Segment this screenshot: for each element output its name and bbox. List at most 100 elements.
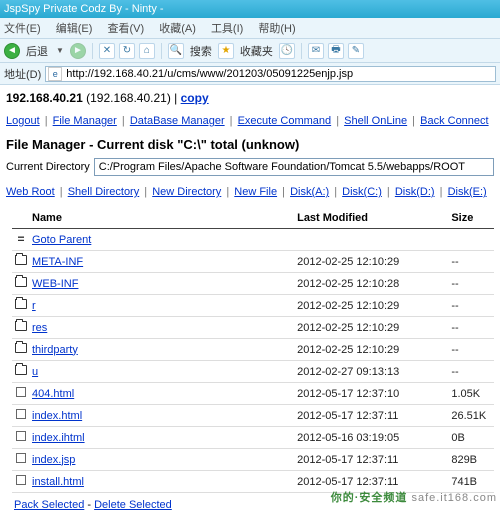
- table-row[interactable]: WEB-INF2012-02-25 12:10:28--: [12, 273, 494, 295]
- file-link[interactable]: index.ihtml: [32, 432, 85, 444]
- file-size: 0B: [449, 427, 494, 449]
- table-row[interactable]: res2012-02-25 12:10:29--: [12, 317, 494, 339]
- file-date: 2012-02-25 12:10:29: [295, 317, 449, 339]
- disk-a[interactable]: Disk(A:): [290, 186, 329, 198]
- file-size: --: [449, 273, 494, 295]
- print-icon[interactable]: 🖶: [328, 43, 344, 59]
- nav-back-connect[interactable]: Back Connect: [420, 115, 488, 127]
- file-link[interactable]: 404.html: [32, 388, 74, 400]
- back-icon[interactable]: ◄: [4, 43, 20, 59]
- goto-parent-link[interactable]: Goto Parent: [32, 234, 91, 246]
- home-icon[interactable]: ⌂: [139, 43, 155, 59]
- file-link[interactable]: r: [32, 300, 36, 312]
- stop-icon[interactable]: ✕: [99, 43, 115, 59]
- browser-menubar: 文件(E) 编辑(E) 查看(V) 收藏(A) 工具(I) 帮助(H): [0, 18, 500, 39]
- forward-icon[interactable]: ►: [70, 43, 86, 59]
- table-row[interactable]: index.html 2012-05-17 12:37:1126.51K: [12, 405, 494, 427]
- delete-selected-link[interactable]: Delete Selected: [94, 499, 172, 511]
- mail-icon[interactable]: ✉: [308, 43, 324, 59]
- nav-db-manager[interactable]: DataBase Manager: [130, 115, 225, 127]
- nav-shell-online[interactable]: Shell OnLine: [344, 115, 407, 127]
- address-input[interactable]: [64, 67, 495, 81]
- window-title: JspSpy Private Codz By - Ninty -: [4, 3, 164, 15]
- checkbox-icon[interactable]: [16, 453, 26, 463]
- file-link[interactable]: thirdparty: [32, 344, 78, 356]
- file-size: 741B: [449, 471, 494, 493]
- nav-exec[interactable]: Execute Command: [238, 115, 332, 127]
- checkbox-icon[interactable]: [16, 431, 26, 441]
- disk-new-file[interactable]: New File: [234, 186, 277, 198]
- table-row[interactable]: index.jsp 2012-05-17 12:37:11829B: [12, 449, 494, 471]
- menu-help[interactable]: 帮助(H): [258, 23, 295, 35]
- file-link[interactable]: index.jsp: [32, 454, 75, 466]
- file-link[interactable]: install.html: [32, 476, 84, 488]
- current-directory-input[interactable]: [94, 158, 494, 176]
- table-actions: Pack Selected - Delete Selected: [12, 493, 494, 515]
- col-name[interactable]: Name: [30, 208, 295, 229]
- menu-file[interactable]: 文件(E): [4, 23, 41, 35]
- file-link[interactable]: res: [32, 322, 47, 334]
- checkbox-icon[interactable]: [16, 409, 26, 419]
- goto-parent-row[interactable]: = Goto Parent: [12, 229, 494, 251]
- menu-edit[interactable]: 编辑(E): [56, 23, 93, 35]
- disk-links: Web Root | Shell Directory | New Directo…: [6, 186, 494, 198]
- disk-c[interactable]: Disk(C:): [342, 186, 382, 198]
- table-row[interactable]: thirdparty2012-02-25 12:10:29--: [12, 339, 494, 361]
- file-size: 829B: [449, 449, 494, 471]
- folder-icon: [15, 365, 27, 375]
- nav-file-manager[interactable]: File Manager: [53, 115, 117, 127]
- page-icon: e: [48, 67, 62, 81]
- history-icon[interactable]: 🕓: [279, 43, 295, 59]
- edit-icon[interactable]: ✎: [348, 43, 364, 59]
- file-date: 2012-05-17 12:37:11: [295, 471, 449, 493]
- toolbar-sep2: [161, 43, 162, 59]
- file-size: --: [449, 251, 494, 273]
- address-field-wrap[interactable]: e: [45, 66, 496, 82]
- file-date: 2012-02-25 12:10:29: [295, 251, 449, 273]
- file-link[interactable]: index.html: [32, 410, 82, 422]
- nav-logout[interactable]: Logout: [6, 115, 40, 127]
- file-link[interactable]: META-INF: [32, 256, 83, 268]
- file-size: 26.51K: [449, 405, 494, 427]
- table-row[interactable]: install.html 2012-05-17 12:37:11741B: [12, 471, 494, 493]
- file-date: 2012-05-17 12:37:11: [295, 449, 449, 471]
- pack-selected-link[interactable]: Pack Selected: [14, 499, 84, 511]
- table-row[interactable]: index.ihtml2012-05-16 03:19:050B: [12, 427, 494, 449]
- disk-d[interactable]: Disk(D:): [395, 186, 435, 198]
- file-link[interactable]: u: [32, 366, 38, 378]
- checkbox-icon[interactable]: [16, 475, 26, 485]
- checkbox-icon[interactable]: [16, 387, 26, 397]
- disk-e[interactable]: Disk(E:): [448, 186, 487, 198]
- address-bar: 地址(D) e: [0, 63, 500, 85]
- host-line: 192.168.40.21 (192.168.40.21) | copy: [6, 91, 494, 105]
- menu-tools[interactable]: 工具(I): [211, 23, 243, 35]
- favorites-icon[interactable]: ★: [218, 43, 234, 59]
- back-dropdown-icon[interactable]: ▼: [56, 46, 64, 55]
- search-label[interactable]: 搜索: [190, 43, 212, 59]
- table-row[interactable]: META-INF 2012-02-25 12:10:29--: [12, 251, 494, 273]
- window-titlebar: JspSpy Private Codz By - Ninty -: [0, 0, 500, 18]
- search-icon[interactable]: 🔍: [168, 43, 184, 59]
- folder-icon: [15, 277, 27, 287]
- menu-view[interactable]: 查看(V): [107, 23, 144, 35]
- col-size[interactable]: Size: [449, 208, 494, 229]
- favorites-label[interactable]: 收藏夹: [240, 43, 273, 59]
- disk-shell-dir[interactable]: Shell Directory: [68, 186, 140, 198]
- table-row[interactable]: r2012-02-25 12:10:29--: [12, 295, 494, 317]
- disk-new-dir[interactable]: New Directory: [152, 186, 221, 198]
- file-date: 2012-05-17 12:37:11: [295, 405, 449, 427]
- file-link[interactable]: WEB-INF: [32, 278, 78, 290]
- back-label[interactable]: 后退: [26, 43, 48, 59]
- menu-fav[interactable]: 收藏(A): [159, 23, 196, 35]
- toolbar-sep: [92, 43, 93, 59]
- refresh-icon[interactable]: ↻: [119, 43, 135, 59]
- actions-sep: -: [84, 499, 94, 511]
- col-modified[interactable]: Last Modified: [295, 208, 449, 229]
- table-row[interactable]: 404.html2012-05-17 12:37:101.05K: [12, 383, 494, 405]
- file-date: 2012-05-17 12:37:10: [295, 383, 449, 405]
- browser-toolbar: ◄ 后退 ▼ ► ✕ ↻ ⌂ 🔍 搜索 ★ 收藏夹 🕓 ✉ 🖶 ✎: [0, 39, 500, 63]
- copy-link[interactable]: copy: [181, 91, 209, 105]
- disk-web-root[interactable]: Web Root: [6, 186, 55, 198]
- table-row[interactable]: u2012-02-27 09:13:13--: [12, 361, 494, 383]
- current-directory-row: Current Directory: [6, 158, 494, 176]
